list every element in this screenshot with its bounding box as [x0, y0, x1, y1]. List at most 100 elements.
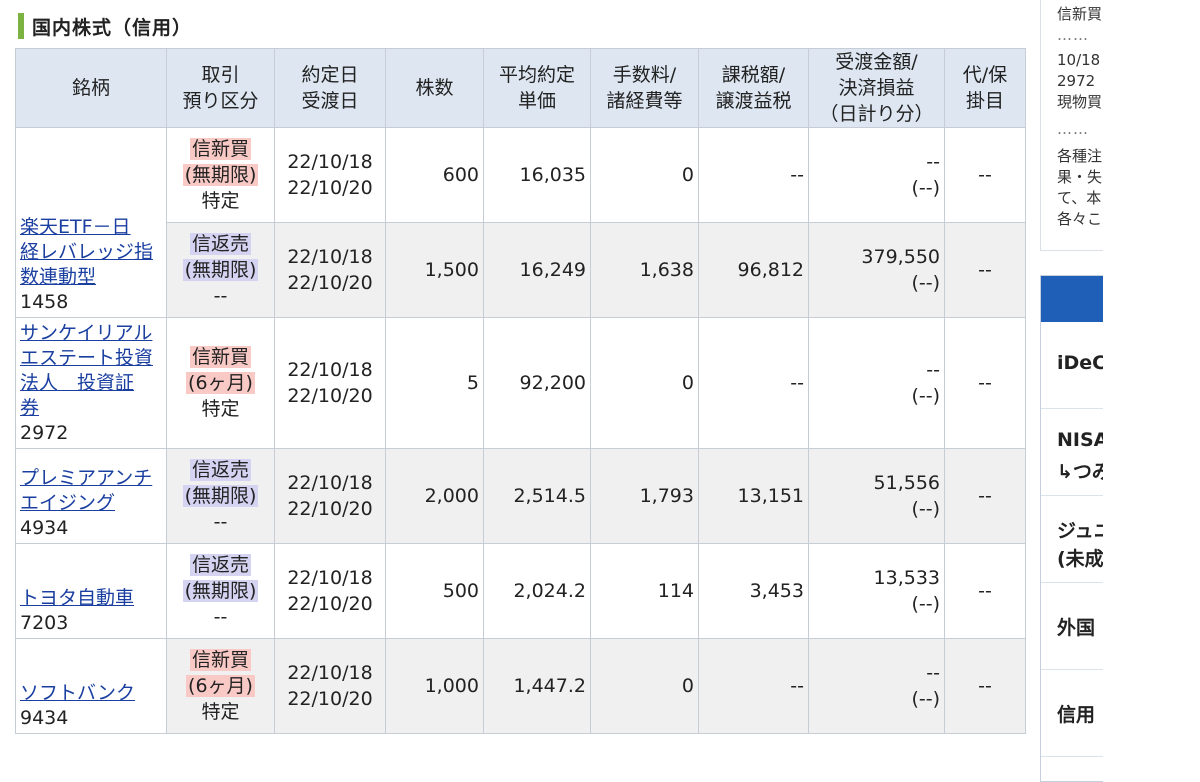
stock-name-text: プレミアアンチ: [20, 467, 153, 489]
notice-line: ……: [1057, 26, 1089, 44]
tax-cell: 13,151: [698, 448, 809, 544]
order-notice-text: 信新買 …… 10/18 2972 現物買 …… 各種注 果・失 て、本 各々こ: [1057, 0, 1103, 230]
custody-type: --: [213, 606, 228, 628]
stock-name-cell: ソフトバンク 9434: [15, 638, 167, 734]
column-header-text: 約定日: [301, 64, 359, 86]
notice-line: 信新買: [1057, 5, 1103, 23]
side-menu-label: iDeCo: [1057, 352, 1103, 374]
date-cell: 22/10/18 22/10/20: [274, 543, 386, 639]
side-menu-item[interactable]: ジュニ (未成: [1041, 496, 1103, 583]
stock-name-cell: 楽天ETF－日 経レバレッジ指 数連動型 1458: [15, 127, 167, 318]
custody-type: 特定: [201, 398, 240, 420]
trade-type-cell: 信返売 (無期限) --: [166, 448, 275, 544]
fee-cell: 1,638: [590, 222, 699, 318]
stock-name-text: トヨタ自動車: [20, 587, 135, 609]
fee-cell: 0: [590, 127, 699, 223]
stock-name-link[interactable]: サンケイリアル エステート投資 法人 投資証券: [20, 321, 162, 421]
shares-cell: 5: [385, 317, 484, 449]
column-header-2: 約定日 受渡日: [274, 48, 386, 128]
tax-cell: --: [698, 638, 809, 734]
side-menu-sub-text: つみ: [1072, 461, 1103, 483]
custody-type: 特定: [201, 190, 240, 212]
trade-date: 22/10/20: [287, 177, 373, 199]
column-header-5: 手数料/諸経費等: [590, 48, 699, 128]
fee-cell: 0: [590, 638, 699, 734]
trade-type-label: 信新買: [189, 649, 251, 671]
section-title: 国内株式（信用）: [32, 17, 193, 39]
order-notice-panel: 信新買 …… 10/18 2972 現物買 …… 各種注 果・失 て、本 各々こ: [1040, 0, 1103, 251]
amount-text: 379,550: [861, 246, 940, 268]
side-menu-item[interactable]: 信用: [1041, 670, 1103, 757]
amount-cell: -- (--): [808, 127, 945, 223]
trade-type-label: 信新買: [189, 138, 251, 160]
price-cell: 2,514.5: [483, 448, 591, 544]
margin-trades-table: 銘柄 取引 預り区分 約定日 受渡日 株数 平均約定 単価 手数料/諸経費等 課税額/譲渡益税 受渡…: [15, 48, 1026, 734]
side-menu-header: [1041, 276, 1103, 322]
side-menu-item[interactable]: iDeCo: [1041, 322, 1103, 409]
trade-date: 22/10/20: [287, 688, 373, 710]
side-menu-label: ジュニ: [1057, 520, 1103, 542]
trade-date: 22/10/18: [287, 472, 373, 494]
stock-name-link[interactable]: プレミアアンチ エイジング: [20, 466, 162, 516]
stock-name-link[interactable]: 楽天ETF－日 経レバレッジ指 数連動型: [20, 215, 162, 290]
stock-name-text: 楽天ETF－日: [20, 216, 131, 238]
column-header-text: （日計り分）: [819, 103, 934, 125]
trade-type-cell: 信新買 (無期限) 特定: [166, 127, 275, 223]
stock-name-link[interactable]: ソフトバンク: [20, 681, 162, 706]
fee-cell: 114: [590, 543, 699, 639]
table-row: 楽天ETF－日 経レバレッジ指 数連動型 1458 信新買 (無期限) 特定 22/10/18…: [15, 127, 1026, 318]
table-row: 信返売 (無期限) -- 22/10/18 22/10/20 1,500 16,249 1,6…: [16, 222, 1026, 318]
notice-line: 各々こ: [1057, 210, 1103, 228]
margin-cell: --: [944, 638, 1026, 734]
stock-name-text: エイジング: [20, 492, 116, 514]
side-menu-label: 外国: [1057, 617, 1096, 639]
side-menu-label: NISA: [1057, 429, 1103, 451]
table-body: 楽天ETF－日 経レバレッジ指 数連動型 1458 信新買 (無期限) 特定 22/10/18…: [15, 127, 1026, 734]
trade-period-label: (6ヶ月): [186, 675, 255, 697]
stock-name-link[interactable]: トヨタ自動車: [20, 586, 162, 611]
stock-code: 7203: [20, 612, 69, 634]
amount-text: 13,533: [873, 567, 940, 589]
shares-cell: 500: [385, 543, 484, 639]
date-cell: 22/10/18 22/10/20: [274, 638, 386, 734]
trade-date: 22/10/18: [287, 662, 373, 684]
margin-cell: --: [944, 448, 1026, 544]
date-cell: 22/10/18 22/10/20: [274, 127, 386, 223]
trade-type-cell: 信返売 (無期限) --: [166, 543, 275, 639]
amount-text: --: [926, 662, 940, 684]
amount-cell: -- (--): [808, 317, 945, 449]
tax-cell: --: [698, 127, 809, 223]
trade-date: 22/10/18: [287, 359, 373, 381]
side-menu-item[interactable]: NISA ↳つみ: [1041, 409, 1103, 496]
trade-period-label: (無期限): [182, 164, 259, 186]
column-header-7: 受渡金額/決済損益 （日計り分）: [808, 48, 945, 128]
trade-type-label: 信返売: [189, 233, 251, 255]
column-header-text: 掛目: [965, 90, 1004, 112]
table-row: プレミアアンチ エイジング 4934 信返売 (無期限) -- 22/10/18 22/10/…: [15, 448, 1026, 544]
side-menu-item[interactable]: 外国: [1041, 583, 1103, 670]
section-accent-bar: [18, 13, 24, 39]
stock-name-cell: プレミアアンチ エイジング 4934: [15, 448, 167, 544]
side-menu-sub: (未成: [1057, 548, 1103, 570]
trade-date: 22/10/20: [287, 385, 373, 407]
amount-text: (--): [911, 688, 940, 710]
side-menu-sub: ↳つみ: [1057, 457, 1103, 484]
stock-name-cell: トヨタ自動車 7203: [15, 543, 167, 639]
margin-cell: --: [944, 317, 1026, 449]
table-row: サンケイリアル エステート投資 法人 投資証券 2972 信新買 (6ヶ月) 特定 22/10…: [15, 317, 1026, 449]
notice-line: 各種注: [1057, 147, 1103, 165]
stock-name-text: 数連動型: [20, 266, 97, 288]
margin-cell: --: [944, 127, 1026, 223]
trade-type-cell: 信新買 (6ヶ月) 特定: [166, 317, 275, 449]
stock-name-text: サンケイリアル: [20, 322, 153, 344]
amount-text: --: [926, 151, 940, 173]
stock-code: 1458: [20, 291, 69, 313]
column-header-text: 単価: [517, 90, 556, 112]
notice-line: 2972: [1057, 72, 1096, 90]
price-cell: 1,447.2: [483, 638, 591, 734]
column-header-text: 銘柄: [71, 77, 110, 99]
shares-cell: 600: [385, 127, 484, 223]
section-header: 国内株式（信用）: [14, 11, 1024, 39]
shares-cell: 1,500: [385, 222, 484, 318]
fee-cell: 1,793: [590, 448, 699, 544]
